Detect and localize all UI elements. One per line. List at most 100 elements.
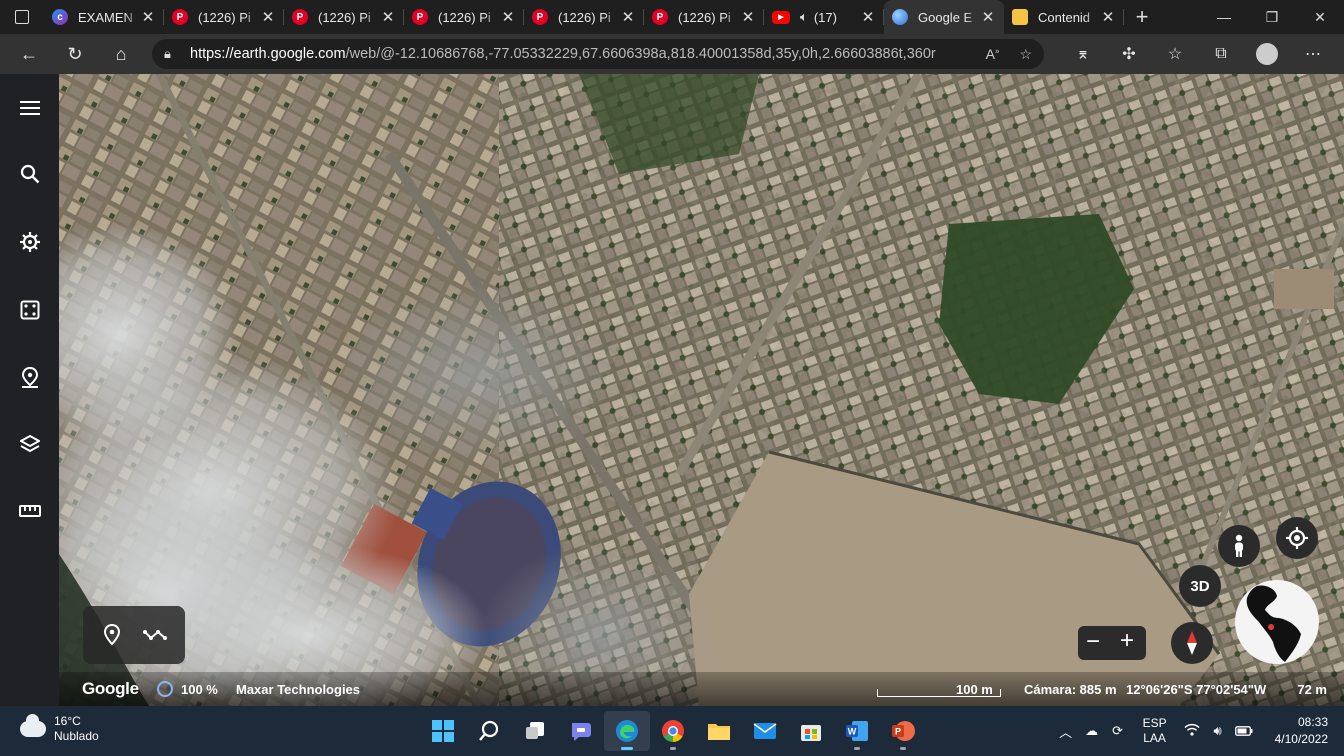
notes-icon [1012, 9, 1028, 25]
tab-pinterest-4[interactable]: P (1226) Pi ✕ [524, 0, 644, 34]
close-icon[interactable]: ✕ [620, 8, 636, 26]
file-explorer-icon[interactable] [696, 711, 742, 751]
feeling-lucky-icon[interactable] [0, 290, 59, 330]
store-icon[interactable] [788, 711, 834, 751]
c-app-icon: c [52, 9, 68, 25]
powerpoint-icon[interactable]: P [880, 711, 926, 751]
chevron-up-icon[interactable]: ︿ [1053, 722, 1079, 741]
close-icon[interactable]: ✕ [260, 8, 276, 26]
refresh-icon[interactable]: ↻ [52, 34, 98, 74]
tab-title: (17) [813, 9, 837, 25]
google-earth-icon [892, 9, 908, 25]
extension-icon[interactable]: ⌆ [1060, 44, 1106, 64]
tab-contenido[interactable]: Contenid ✕ [1004, 0, 1124, 34]
url-text[interactable]: https://earth.google.com/web/@-12.106867… [190, 46, 978, 62]
search-icon[interactable] [0, 154, 59, 194]
load-progress-icon [157, 681, 173, 697]
back-icon[interactable]: ← [6, 34, 52, 74]
edge-icon[interactable] [604, 711, 650, 751]
onedrive-icon[interactable]: ☁︎ [1079, 723, 1105, 739]
start-icon[interactable] [420, 711, 466, 751]
close-icon[interactable]: ✕ [860, 8, 876, 26]
close-icon[interactable]: ✕ [740, 8, 756, 26]
home-icon[interactable]: ⌂ [98, 34, 144, 74]
pegman-icon[interactable] [1218, 525, 1260, 567]
zoom-controls: − + [1078, 626, 1146, 660]
tab-strip: c EXAMEN ✕ P (1226) Pi ✕ P (1226) Pi ✕ P… [0, 0, 1344, 34]
minimize-icon[interactable]: — [1200, 0, 1248, 34]
wifi-icon[interactable] [1179, 723, 1205, 739]
close-icon[interactable]: ✕ [140, 8, 156, 26]
close-icon[interactable]: ✕ [380, 8, 396, 26]
zoom-in-button[interactable]: + [1120, 627, 1134, 655]
weather-widget[interactable]: 16°C Nublado [20, 714, 99, 744]
close-icon[interactable]: ✕ [980, 8, 996, 26]
battery-icon[interactable] [1231, 724, 1257, 739]
google-logo: Google [82, 679, 139, 698]
word-icon[interactable]: W [834, 711, 880, 751]
chrome-icon[interactable] [650, 711, 696, 751]
weather-temperature: 16°C [54, 714, 81, 728]
system-clock[interactable]: 08:33 4/10/2022 [1275, 714, 1328, 748]
earth-sidebar [0, 74, 59, 706]
tab-examen[interactable]: c EXAMEN ✕ [44, 0, 164, 34]
teams-chat-icon[interactable] [558, 711, 604, 751]
cursor-coordinates: 12°06'26"S 77°02'54"W [1126, 681, 1267, 697]
add-favorite-icon[interactable]: ☆ [1019, 46, 1032, 63]
mail-icon[interactable] [742, 711, 788, 751]
close-icon[interactable]: ✕ [500, 8, 516, 26]
compass-icon[interactable] [1171, 622, 1213, 664]
lang-layout: LAA [1143, 731, 1166, 745]
measure-icon[interactable] [0, 491, 59, 531]
new-tab-button[interactable]: + [1124, 4, 1160, 30]
browser-toolbar: ← ↻ ⌂ 🔒︎ https://earth.google.com/web/@-… [0, 34, 1344, 74]
tab-google-earth[interactable]: Google E ✕ [884, 0, 1004, 34]
tab-pinterest-3[interactable]: P (1226) Pi ✕ [404, 0, 524, 34]
tab-pinterest-5[interactable]: P (1226) Pi ✕ [644, 0, 764, 34]
tab-pinterest-1[interactable]: P (1226) Pi ✕ [164, 0, 284, 34]
zoom-out-button[interactable]: − [1086, 628, 1100, 656]
load-progress: 100 % [181, 681, 218, 697]
avatar[interactable] [1256, 43, 1278, 65]
taskbar-search-icon[interactable] [466, 711, 512, 751]
extensions-icon[interactable]: ✣ [1106, 44, 1152, 64]
volume-icon[interactable]: 🔊︎ [1205, 723, 1231, 739]
tab-youtube[interactable]: ▶ 🔈︎ (17) ✕ [764, 0, 884, 34]
lock-icon[interactable]: 🔒︎ [164, 46, 180, 62]
add-path-icon[interactable] [143, 628, 167, 647]
clock-date: 4/10/2022 [1274, 732, 1328, 746]
imagery-attribution[interactable]: Maxar Technologies [236, 682, 360, 697]
svg-text:W: W [848, 727, 857, 737]
map-style-icon[interactable] [0, 424, 59, 464]
sync-icon[interactable]: ⟳ [1105, 723, 1131, 739]
toggle-3d-button[interactable]: 3D [1179, 565, 1221, 607]
collections-icon[interactable]: ⧉ [1198, 45, 1244, 63]
close-icon[interactable]: ✕ [1100, 8, 1116, 26]
tab-pinterest-2[interactable]: P (1226) Pi ✕ [284, 0, 404, 34]
camera-altitude: Cámara: 885 m [1024, 681, 1117, 697]
tab-title: Google E [918, 9, 973, 25]
speaker-icon[interactable]: 🔈︎ [800, 9, 808, 25]
globe-icon [1246, 585, 1301, 662]
weather-condition: Nublado [54, 729, 99, 743]
globe-minimap[interactable] [1235, 580, 1319, 664]
add-placemark-icon[interactable] [103, 623, 121, 651]
projects-icon[interactable] [0, 357, 59, 397]
favorites-icon[interactable]: ☆ [1152, 44, 1198, 64]
read-aloud-icon[interactable]: A» [986, 46, 1000, 63]
tab-title: Contenid [1038, 9, 1091, 25]
address-bar[interactable]: 🔒︎ https://earth.google.com/web/@-12.106… [152, 39, 1044, 69]
windows-taskbar: 16°C Nublado W P ︿ ☁︎ ⟳ ESP LAA 🔊︎ 08:33… [0, 706, 1344, 756]
maximize-icon[interactable]: ❐ [1248, 0, 1296, 34]
youtube-icon: ▶ [772, 10, 790, 24]
more-icon[interactable]: ⋯ [1290, 44, 1336, 64]
pinterest-icon: P [292, 9, 308, 25]
tab-actions-icon[interactable] [0, 0, 44, 34]
menu-icon[interactable] [0, 88, 59, 128]
close-window-icon[interactable]: ✕ [1296, 0, 1344, 34]
my-location-icon[interactable] [1276, 517, 1318, 559]
task-view-icon[interactable] [512, 711, 558, 751]
satellite-map[interactable]: 3D − + [59, 74, 1344, 706]
voyager-icon[interactable] [0, 222, 59, 262]
input-language[interactable]: ESP LAA [1143, 716, 1167, 746]
